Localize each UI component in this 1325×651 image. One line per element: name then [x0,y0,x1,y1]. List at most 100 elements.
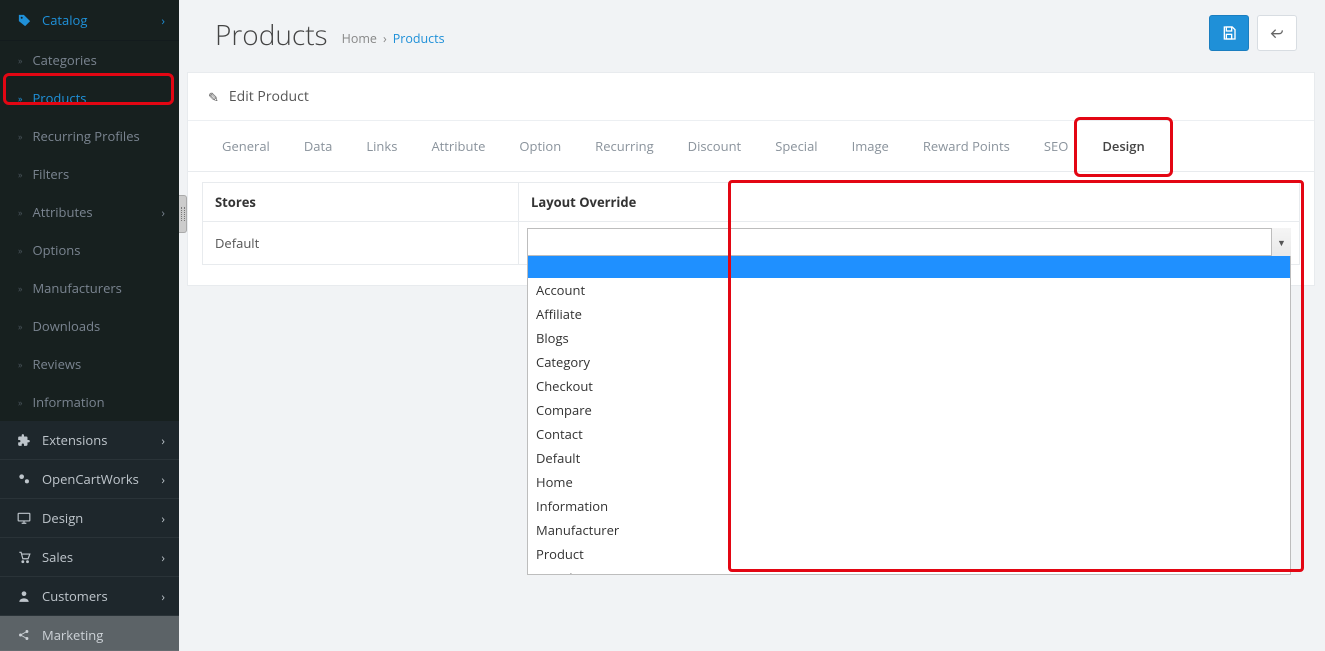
chevron-right-icon: › [161,588,165,605]
tabs: General Data Links Attribute Option Recu… [188,121,1314,172]
tab-special[interactable]: Special [759,121,833,171]
sidebar-item-label: Manufacturers [32,279,121,297]
tab-links[interactable]: Links [350,121,413,171]
dropdown-option-blank[interactable] [528,256,1290,278]
panel-heading: ✎ Edit Product [188,73,1314,121]
breadcrumb-products[interactable]: Products [393,30,445,47]
sidebar-item-label: Design [42,509,83,527]
cart-icon [14,550,34,564]
form-area: Stores Layout Override Default ▼ [188,172,1314,285]
share-icon [14,628,34,642]
dropdown-option[interactable]: Blogs [528,326,1290,350]
gears-icon [14,472,34,486]
dropdown-option[interactable]: Information [528,494,1290,518]
sidebar-item-sales[interactable]: Sales › [0,538,179,577]
layout-override-header: Layout Override [519,183,1300,222]
save-button[interactable] [1209,15,1249,51]
sidebar-item-extensions[interactable]: Extensions › [0,421,179,460]
sidebar-item-marketing[interactable]: Marketing [0,616,179,651]
sidebar-item-label: Products [32,89,86,107]
chevron-right-icon: › [161,204,165,221]
tab-data[interactable]: Data [288,121,349,171]
sidebar-item-categories[interactable]: » Categories [0,41,179,79]
save-icon [1221,25,1237,41]
sidebar-item-label: Marketing [42,626,103,644]
dropdown-option[interactable]: Contact [528,422,1290,446]
tab-option[interactable]: Option [503,121,577,171]
sidebar-catalog-label: Catalog [42,11,87,29]
tag-icon [14,13,34,28]
sidebar-item-label: Extensions [42,431,107,449]
chevron-right-icon: › [161,471,165,488]
tab-discount[interactable]: Discount [672,121,758,171]
double-chevron-icon: » [18,54,22,67]
chevron-right-icon: › [161,432,165,449]
double-chevron-icon: » [18,244,22,257]
dropdown-option[interactable]: Compare [528,398,1290,422]
sidebar-item-label: Sales [42,548,73,566]
dropdown-list-inner[interactable]: Account Affiliate Blogs Category Checkou… [528,256,1290,574]
main-content: Products Home › Products ✎ Edit Product … [187,0,1325,587]
sidebar-catalog-header[interactable]: Catalog › [0,0,179,41]
sidebar: Catalog › » Categories » Products » Recu… [0,0,179,587]
puzzle-icon [14,433,34,447]
sidebar-item-options[interactable]: » Options [0,231,179,269]
sidebar-item-design[interactable]: Design › [0,499,179,538]
tab-attribute[interactable]: Attribute [415,121,501,171]
breadcrumb-home[interactable]: Home [342,30,377,47]
chevron-right-icon: › [161,12,165,29]
chevron-right-icon: › [161,549,165,566]
pencil-icon: ✎ [208,88,219,106]
dropdown-option[interactable]: Home [528,470,1290,494]
sidebar-item-label: Information [32,393,104,411]
sidebar-item-label: Attributes [32,203,92,221]
tab-design-label: Design [1102,137,1144,155]
sidebar-item-label: Reviews [32,355,81,373]
sidebar-item-information[interactable]: » Information [0,383,179,421]
monitor-icon [14,511,34,525]
sidebar-item-customers[interactable]: Customers › [0,577,179,616]
tab-design[interactable]: Design [1086,121,1160,171]
double-chevron-icon: » [18,282,22,295]
double-chevron-icon: » [18,320,22,333]
edit-product-panel: ✎ Edit Product General Data Links Attrib… [187,72,1315,286]
sidebar-item-downloads[interactable]: » Downloads [0,307,179,345]
dropdown-option[interactable]: Category [528,350,1290,374]
sidebar-item-opencartworks[interactable]: OpenCartWorks › [0,460,179,499]
breadcrumb: Home › Products [342,30,445,47]
sidebar-item-label: OpenCartWorks [42,470,139,488]
page-header: Products Home › Products [187,10,1325,72]
dropdown-option[interactable]: Default [528,446,1290,470]
dropdown-option[interactable]: Product [528,542,1290,566]
sidebar-item-filters[interactable]: » Filters [0,155,179,193]
header-actions [1209,15,1297,51]
double-chevron-icon: » [18,168,22,181]
back-button[interactable] [1257,15,1297,51]
dropdown-option[interactable]: Checkout [528,374,1290,398]
dropdown-option[interactable]: Manufacturer [528,518,1290,542]
tab-image[interactable]: Image [836,121,905,171]
chevron-right-icon: › [161,510,165,527]
sidebar-item-attributes[interactable]: » Attributes › [0,193,179,231]
sidebar-item-products[interactable]: » Products [0,79,179,117]
store-name-cell: Default [203,222,519,265]
tab-recurring[interactable]: Recurring [579,121,669,171]
sidebar-item-label: Customers [42,587,108,605]
layout-override-dropdown[interactable]: ▼ Account Affiliate Blogs Category Check… [527,228,1291,256]
sidebar-item-manufacturers[interactable]: » Manufacturers [0,269,179,307]
dropdown-option[interactable]: Account [528,278,1290,302]
double-chevron-icon: » [18,92,22,105]
layout-override-input[interactable] [527,228,1291,256]
sidebar-item-reviews[interactable]: » Reviews [0,345,179,383]
sidebar-collapse-handle[interactable] [179,195,187,233]
sidebar-item-recurring-profiles[interactable]: » Recurring Profiles [0,117,179,155]
user-icon [14,589,34,603]
tab-reward-points[interactable]: Reward Points [907,121,1026,171]
sidebar-item-label: Filters [32,165,69,183]
tab-general[interactable]: General [206,121,286,171]
dropdown-toggle[interactable]: ▼ [1271,228,1291,256]
dropdown-option[interactable]: Affiliate [528,302,1290,326]
dropdown-option[interactable]: Search [528,566,1290,574]
panel-heading-label: Edit Product [229,87,309,106]
tab-seo[interactable]: SEO [1028,121,1084,171]
